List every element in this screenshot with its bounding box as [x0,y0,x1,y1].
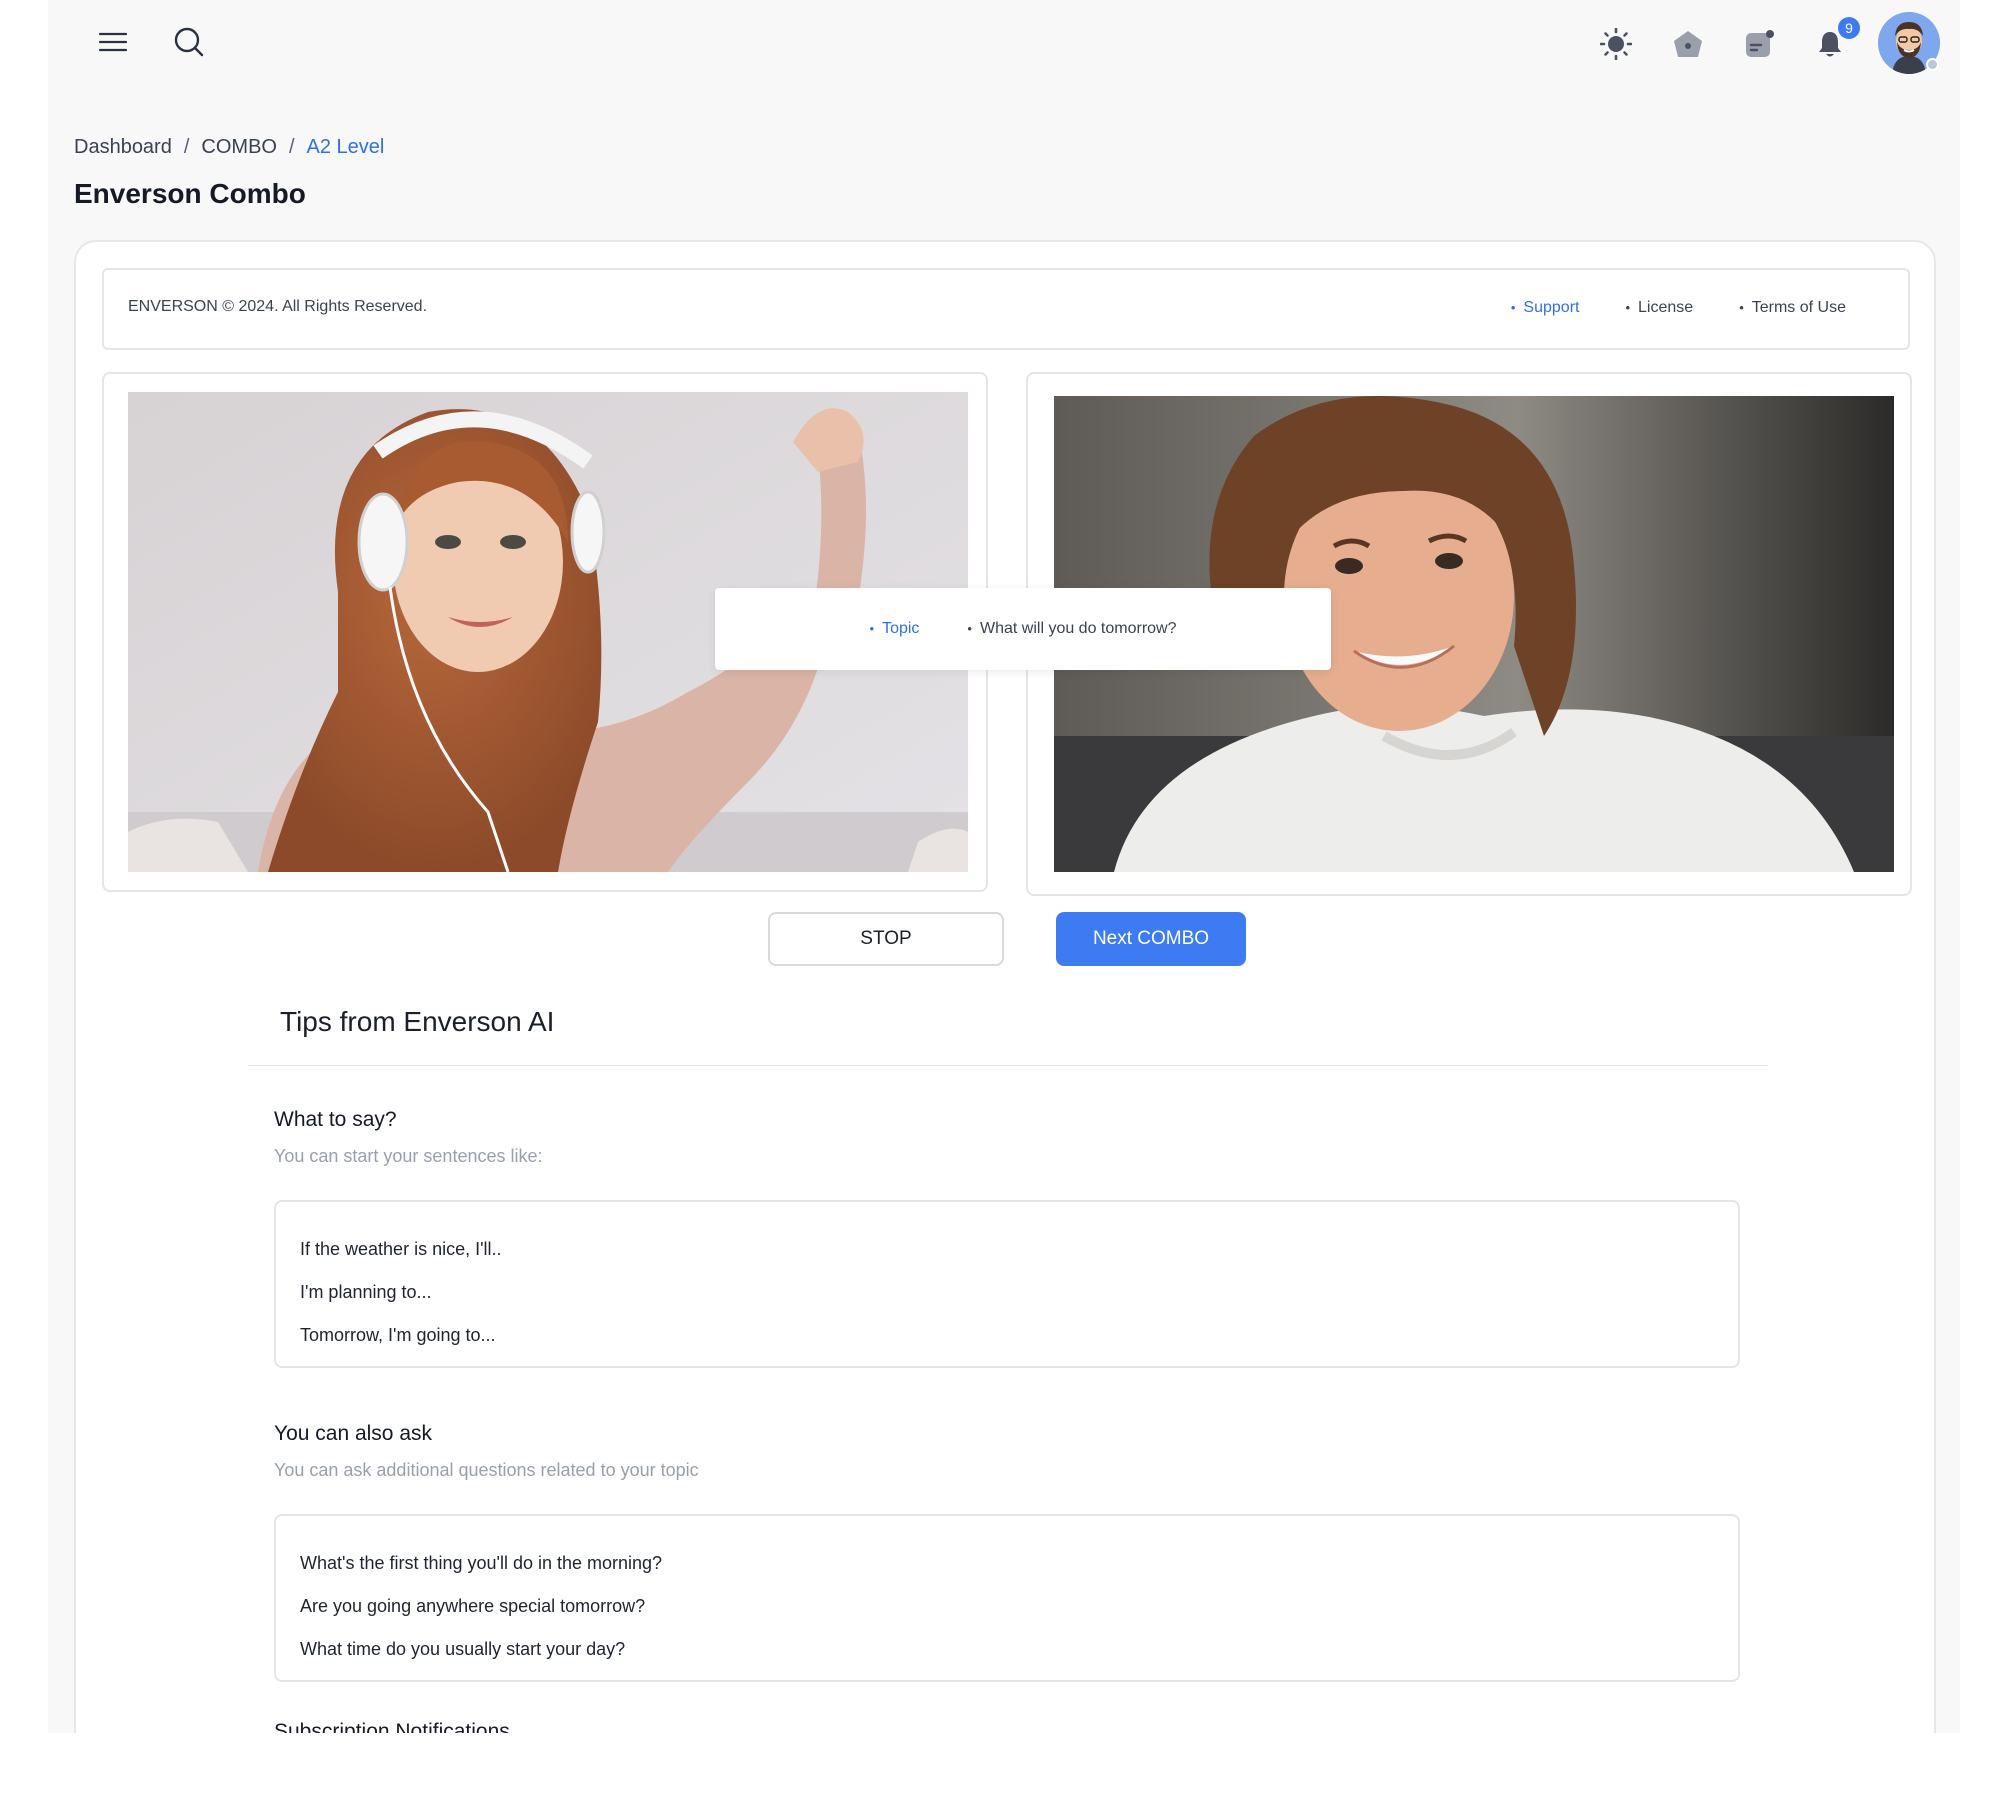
combo-card: ENVERSON © 2024. All Rights Reserved. Su… [74,240,1936,1733]
breadcrumb: Dashboard / COMBO / A2 Level [74,136,384,159]
topic-banner: Topic What will you do tomorrow? [715,588,1331,670]
tips-title: Tips from Enverson AI [280,1006,555,1037]
breadcrumb-current: A2 Level [306,136,385,158]
notification-badge: 9 [1838,17,1860,39]
sun-icon[interactable] [1594,22,1638,66]
list-item: I'm planning to... [300,1282,432,1302]
copyright-text: ENVERSON © 2024. All Rights Reserved. [128,298,428,315]
questions-box: What's the first thing you'll do in the … [274,1514,1740,1682]
app-shell: 9 Dashboard / COMBO / A2 Level Enverson … [48,0,1960,1733]
license-link[interactable]: License [1625,299,1693,317]
list-item: Tomorrow, I'm going to... [300,1325,496,1345]
list-item: If the weather is nice, I'll.. [300,1239,502,1259]
footer-links: Support License Terms of Use [1511,299,1846,317]
also-ask-title: You can also ask [274,1422,433,1445]
list-item: Are you going anywhere special tomorrow? [300,1596,646,1616]
home-icon[interactable] [1666,22,1710,66]
breadcrumb-separator: / [183,136,190,158]
list-item: What's the first thing you'll do in the … [300,1553,663,1573]
next-combo-button[interactable]: Next COMBO [1056,912,1246,966]
subscription-notifications-title: Subscription Notifications [274,1720,510,1733]
also-ask-subtitle: You can ask additional questions related… [274,1460,699,1480]
chat-icon[interactable] [1738,22,1782,66]
search-icon[interactable] [164,18,214,66]
topic-question: What will you do tomorrow? [967,620,1177,638]
sentence-starters-box: If the weather is nice, I'll.. I'm plann… [274,1200,1740,1368]
online-status-dot [1926,58,1939,71]
breadcrumb-dashboard[interactable]: Dashboard [74,136,172,159]
breadcrumb-separator: / [288,136,295,158]
footer-bar: ENVERSON © 2024. All Rights Reserved. Su… [102,268,1910,350]
what-to-say-title: What to say? [274,1108,397,1131]
breadcrumb-combo[interactable]: COMBO [201,136,277,159]
list-item: What time do you usually start your day? [300,1639,626,1659]
terms-link[interactable]: Terms of Use [1739,299,1846,317]
what-to-say-subtitle: You can start your sentences like: [274,1146,543,1166]
support-link[interactable]: Support [1511,299,1579,317]
stop-button[interactable]: STOP [768,912,1004,966]
topic-label: Topic [870,620,919,638]
top-bar: 9 [48,0,1960,90]
page-title: Enverson Combo [74,178,306,209]
menu-icon[interactable] [88,22,138,62]
tips-divider [248,1065,1768,1066]
